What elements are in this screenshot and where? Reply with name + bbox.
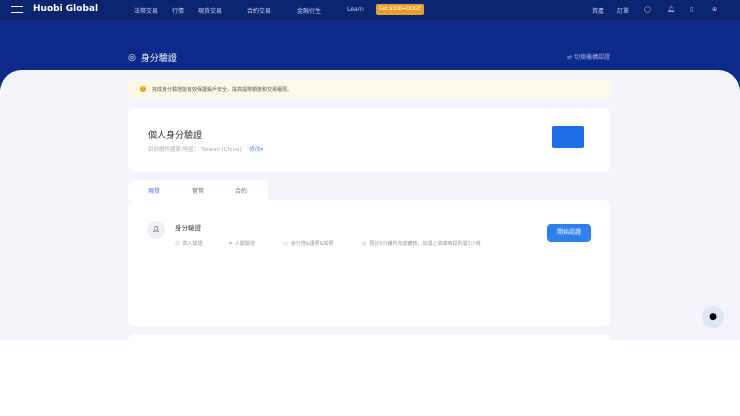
region-label: 目前證件國家/地區： xyxy=(148,147,200,153)
start-verification-button[interactable]: 開始認證 xyxy=(547,224,591,242)
support-chat-button[interactable]: ● xyxy=(702,306,724,328)
warning-icon: ! xyxy=(140,86,146,92)
verify-avatar-icon: 👤︎ xyxy=(147,221,165,239)
nav-learn[interactable]: Learn xyxy=(347,6,364,13)
alert-text: 完成身分驗證能有效保護帳戶安全，提高提幣額度和交易權限。 xyxy=(152,86,293,93)
nav-markets[interactable]: 行情 xyxy=(172,6,184,15)
logo[interactable]: Huobi Global xyxy=(33,4,98,14)
bell-icon[interactable]: 🔔︎ xyxy=(667,6,675,13)
nav-orders[interactable]: 訂單 xyxy=(617,6,629,15)
promo-button[interactable]: Get $300+DOGE xyxy=(376,4,424,15)
person-icon: ⚇ xyxy=(175,240,180,247)
tab-fiat[interactable]: 實幣 xyxy=(192,186,204,195)
id-icon: ▭ xyxy=(283,240,288,247)
page-title: ◎ 身分驗證 xyxy=(128,51,177,65)
next-card xyxy=(128,334,610,344)
verify-card xyxy=(128,200,610,326)
nav-fiat[interactable]: 法幣交易 xyxy=(134,6,158,15)
nav-assets[interactable]: 資產 xyxy=(592,6,604,15)
id-card-icon xyxy=(552,126,584,148)
download-icon[interactable]: ▯ xyxy=(690,6,693,13)
tab-spot[interactable]: 現貨 xyxy=(148,186,160,195)
switch-label: 切換機構認證 xyxy=(573,54,610,61)
personal-title: 個人身分驗證 xyxy=(148,131,203,141)
step-liveness: 真人驗證 xyxy=(182,241,203,247)
personal-card: 個人身分驗證 目前證件國家/地區： Taiwan (China) 修改▾ xyxy=(128,108,610,172)
clock-icon: ◷ xyxy=(362,240,367,247)
nav-finance[interactable]: 金融衍生 xyxy=(297,6,321,15)
verify-title: 身分驗證 xyxy=(175,224,201,232)
user-circle-icon: ◎ xyxy=(128,52,136,63)
page-title-text: 身分驗證 xyxy=(140,54,177,64)
top-nav: Huobi Global 法幣交易 行情 現貨交易 合約交易 金融衍生 Lear… xyxy=(0,0,740,20)
switch-icon: ⇄ xyxy=(567,54,574,61)
change-region-link[interactable]: 修改 xyxy=(249,147,260,153)
alert-banner: ! 完成身分驗證能有效保護帳戶安全，提高提幣額度和交易權限。 xyxy=(128,80,610,98)
user-icon[interactable]: ◯ xyxy=(644,6,651,13)
tab-contract[interactable]: 合約 xyxy=(235,186,247,195)
region-value: Taiwan (China) xyxy=(201,147,242,153)
step-time: 預計5分鐘內完成審核，如遇上高峰時段則需1小時 xyxy=(369,241,481,247)
step-document: 身分證&護照&駕照 xyxy=(290,241,334,247)
nav-contract[interactable]: 合約交易 xyxy=(247,6,271,15)
step-face: 人臉驗證 xyxy=(234,241,255,247)
nav-spot[interactable]: 現貨交易 xyxy=(198,6,222,15)
face-scan-icon: ⌗ xyxy=(229,240,232,247)
switch-institution-link[interactable]: ⇄ 切換機構認證 xyxy=(567,52,610,61)
menu-icon[interactable] xyxy=(11,6,23,13)
globe-icon[interactable]: ⊕ xyxy=(712,6,717,13)
